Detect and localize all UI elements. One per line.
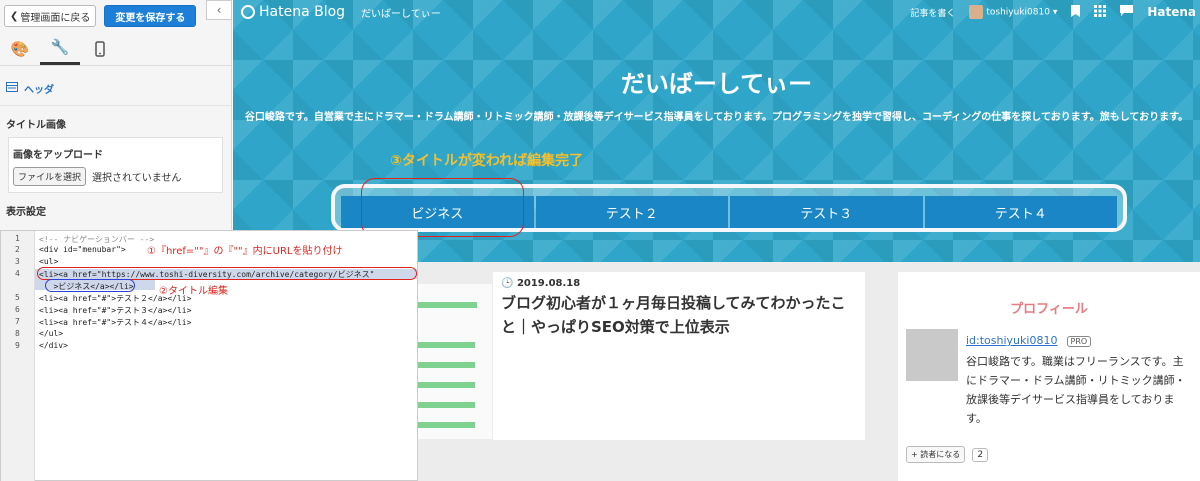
blog-description: 谷口峻路です。自営業で主にドラマー・ドラム講師・リトミック講師・放課後等デイサー… — [244, 112, 1189, 123]
grid-menu-icon[interactable] — [1094, 4, 1107, 20]
highlight-oval-title — [45, 279, 135, 292]
menu-item-test3[interactable]: テスト３ — [730, 196, 923, 228]
code-line: <li><a href="#">テスト４</a></li> — [39, 318, 192, 327]
wrench-icon[interactable]: 🔧 — [40, 32, 80, 65]
annotation-step2: ②タイトル編集 — [159, 286, 228, 297]
back-label: 管理画面に戻る — [20, 12, 91, 24]
code-line: <ul> — [39, 257, 59, 266]
subscribe-button[interactable]: + 読者になる — [906, 446, 966, 463]
notification-icon[interactable] — [1120, 5, 1134, 19]
line-number: 1 — [15, 234, 20, 243]
line-number: 2 — [15, 245, 20, 254]
line-number: 3 — [15, 257, 20, 266]
mobile-icon[interactable] — [80, 32, 120, 65]
blog-title[interactable]: だいばーしてぃー — [233, 64, 1200, 99]
palette-icon[interactable]: 🎨 — [0, 32, 40, 65]
header-layout-icon — [6, 82, 18, 95]
user-menu[interactable]: toshiyuki0810 ▾ — [969, 5, 1057, 19]
line-number: 6 — [15, 305, 20, 314]
entry-date: 🕒 2019.08.18 — [501, 278, 857, 289]
back-to-admin-button[interactable]: ❮ 管理画面に戻る — [4, 5, 97, 27]
bookmark-icon[interactable] — [1071, 4, 1081, 20]
avatar — [969, 5, 984, 19]
annotation-step3: ③タイトルが変われば編集完了 — [390, 153, 584, 169]
clock-icon: 🕒 — [501, 278, 514, 289]
code-line: </ul> — [39, 329, 64, 338]
logo-text: Hatena Blog — [259, 4, 346, 20]
code-editor[interactable]: 1 2 3 4 5 6 7 8 9 <!-- ナビゲーションバー --> <di… — [0, 230, 418, 481]
line-number: 4 — [15, 269, 20, 278]
panel-tabs: 🎨 🔧 — [0, 32, 231, 66]
reader-count: 2 — [972, 448, 989, 462]
line-number: 9 — [15, 341, 20, 350]
pro-badge: PRO — [1066, 336, 1092, 347]
code-line: </div> — [39, 341, 68, 350]
line-number: 5 — [15, 293, 20, 302]
profile-photo[interactable] — [906, 329, 958, 381]
panel-toolbar: ❮ 管理画面に戻る 変更を保存する ‹ — [0, 0, 232, 32]
entry-thumbnail[interactable] — [417, 284, 492, 439]
upload-label: 画像をアップロード — [13, 150, 103, 161]
blog-header: Hatena Blog だいばーしてぃー 記事を書く toshiyuki0810… — [233, 0, 1200, 262]
hatena-blog-logo[interactable]: Hatena Blog — [241, 4, 345, 20]
annotation-step1: ①『href=""』の『""』内にURLを貼り付け — [147, 246, 343, 257]
profile-id-link[interactable]: id:toshiyuki0810 — [966, 334, 1057, 347]
entry-card: 🕒 2019.08.18 ブログ初心者が１ヶ月毎日投稿してみてわかったこと｜やっ… — [493, 272, 865, 440]
profile-module: プロフィール id:toshiyuki0810 PRO 谷口峻路です。職業はフリ… — [898, 272, 1200, 481]
title-image-label: タイトル画像 — [6, 120, 66, 131]
user-name: toshiyuki0810 — [986, 7, 1050, 18]
global-header: Hatena Blog だいばーしてぃー 記事を書く toshiyuki0810… — [233, 0, 1200, 24]
line-number: 8 — [15, 329, 20, 338]
hatena-brand[interactable]: Hatena — [1147, 5, 1196, 19]
entry-title[interactable]: ブログ初心者が１ヶ月毎日投稿してみてわかったこと｜やっぱりSEO対策で上位表示 — [501, 291, 857, 339]
write-entry-link[interactable]: 記事を書く — [910, 6, 955, 19]
line-number: 7 — [15, 317, 20, 326]
code-line: <li><a href="#">テスト３</a></li> — [39, 306, 192, 315]
display-settings-label: 表示設定 — [6, 207, 46, 218]
code-comment: <!-- ナビゲーションバー --> — [39, 235, 155, 244]
menu-item-test4[interactable]: テスト４ — [924, 196, 1117, 228]
entry-date-text: 2019.08.18 — [516, 278, 581, 289]
upload-box: 画像をアップロード ファイルを選択 選択されていません — [8, 137, 223, 193]
menu-item-test2[interactable]: テスト２ — [535, 196, 728, 228]
section-title: ヘッダ — [24, 85, 54, 96]
no-file-text: 選択されていません — [92, 173, 182, 184]
collapse-panel-button[interactable]: ‹ — [206, 0, 232, 20]
blog-name-menu[interactable]: だいばーしてぃー — [361, 5, 441, 20]
profile-title: プロフィール — [1010, 302, 1088, 317]
chevron-left-icon: ❮ — [10, 10, 19, 22]
logo-ring-icon — [241, 5, 255, 19]
save-changes-button[interactable]: 変更を保存する — [104, 5, 197, 27]
profile-bio: 谷口峻路です。職業はフリーランスです。主にドラマー・ドラム講師・リトミック講師・… — [966, 355, 1186, 425]
code-line: <div id="menubar"> — [39, 245, 126, 254]
choose-file-button[interactable]: ファイルを選択 — [13, 167, 87, 186]
header-section[interactable]: ヘッダ — [0, 72, 231, 106]
highlight-oval-menu — [361, 178, 524, 237]
